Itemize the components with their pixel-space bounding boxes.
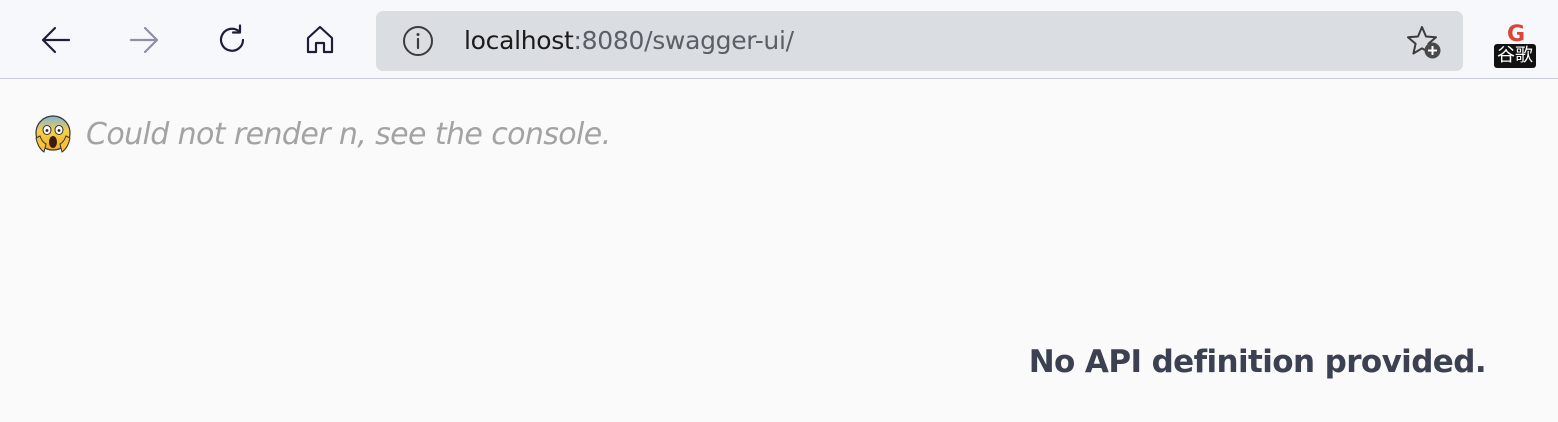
star-plus-icon (1407, 26, 1441, 59)
address-bar[interactable]: localhost:8080/swagger-ui/ (376, 11, 1463, 71)
home-icon (306, 25, 334, 54)
error-message: Could not render n, see the console. (86, 116, 611, 152)
render-error: Could not render n, see the console. (34, 114, 611, 154)
refresh-icon (219, 24, 245, 52)
url-path: :8080/swagger-ui/ (573, 26, 795, 55)
extension-badge: 谷歌 (1494, 44, 1536, 68)
no-api-definition-message: No API definition provided. (1028, 344, 1487, 380)
browser-toolbar: localhost:8080/swagger-ui/ G 谷歌 (0, 0, 1558, 79)
home-button[interactable] (300, 20, 340, 60)
refresh-button[interactable] (212, 20, 252, 60)
url-host: localhost (464, 26, 574, 55)
back-button[interactable] (36, 20, 76, 60)
arrow-right-icon (129, 26, 159, 54)
browser-window: localhost:8080/swagger-ui/ G 谷歌 Could no… (0, 0, 1558, 422)
translate-extension-button[interactable]: G 谷歌 (1494, 24, 1544, 70)
add-favorite-button[interactable] (1405, 24, 1443, 60)
forward-button[interactable] (124, 20, 164, 60)
arrow-left-icon (41, 26, 71, 54)
screaming-face-icon (35, 115, 71, 153)
info-icon[interactable] (402, 25, 434, 57)
url-text[interactable]: localhost:8080/swagger-ui/ (464, 25, 794, 57)
google-icon: G (1507, 22, 1526, 47)
